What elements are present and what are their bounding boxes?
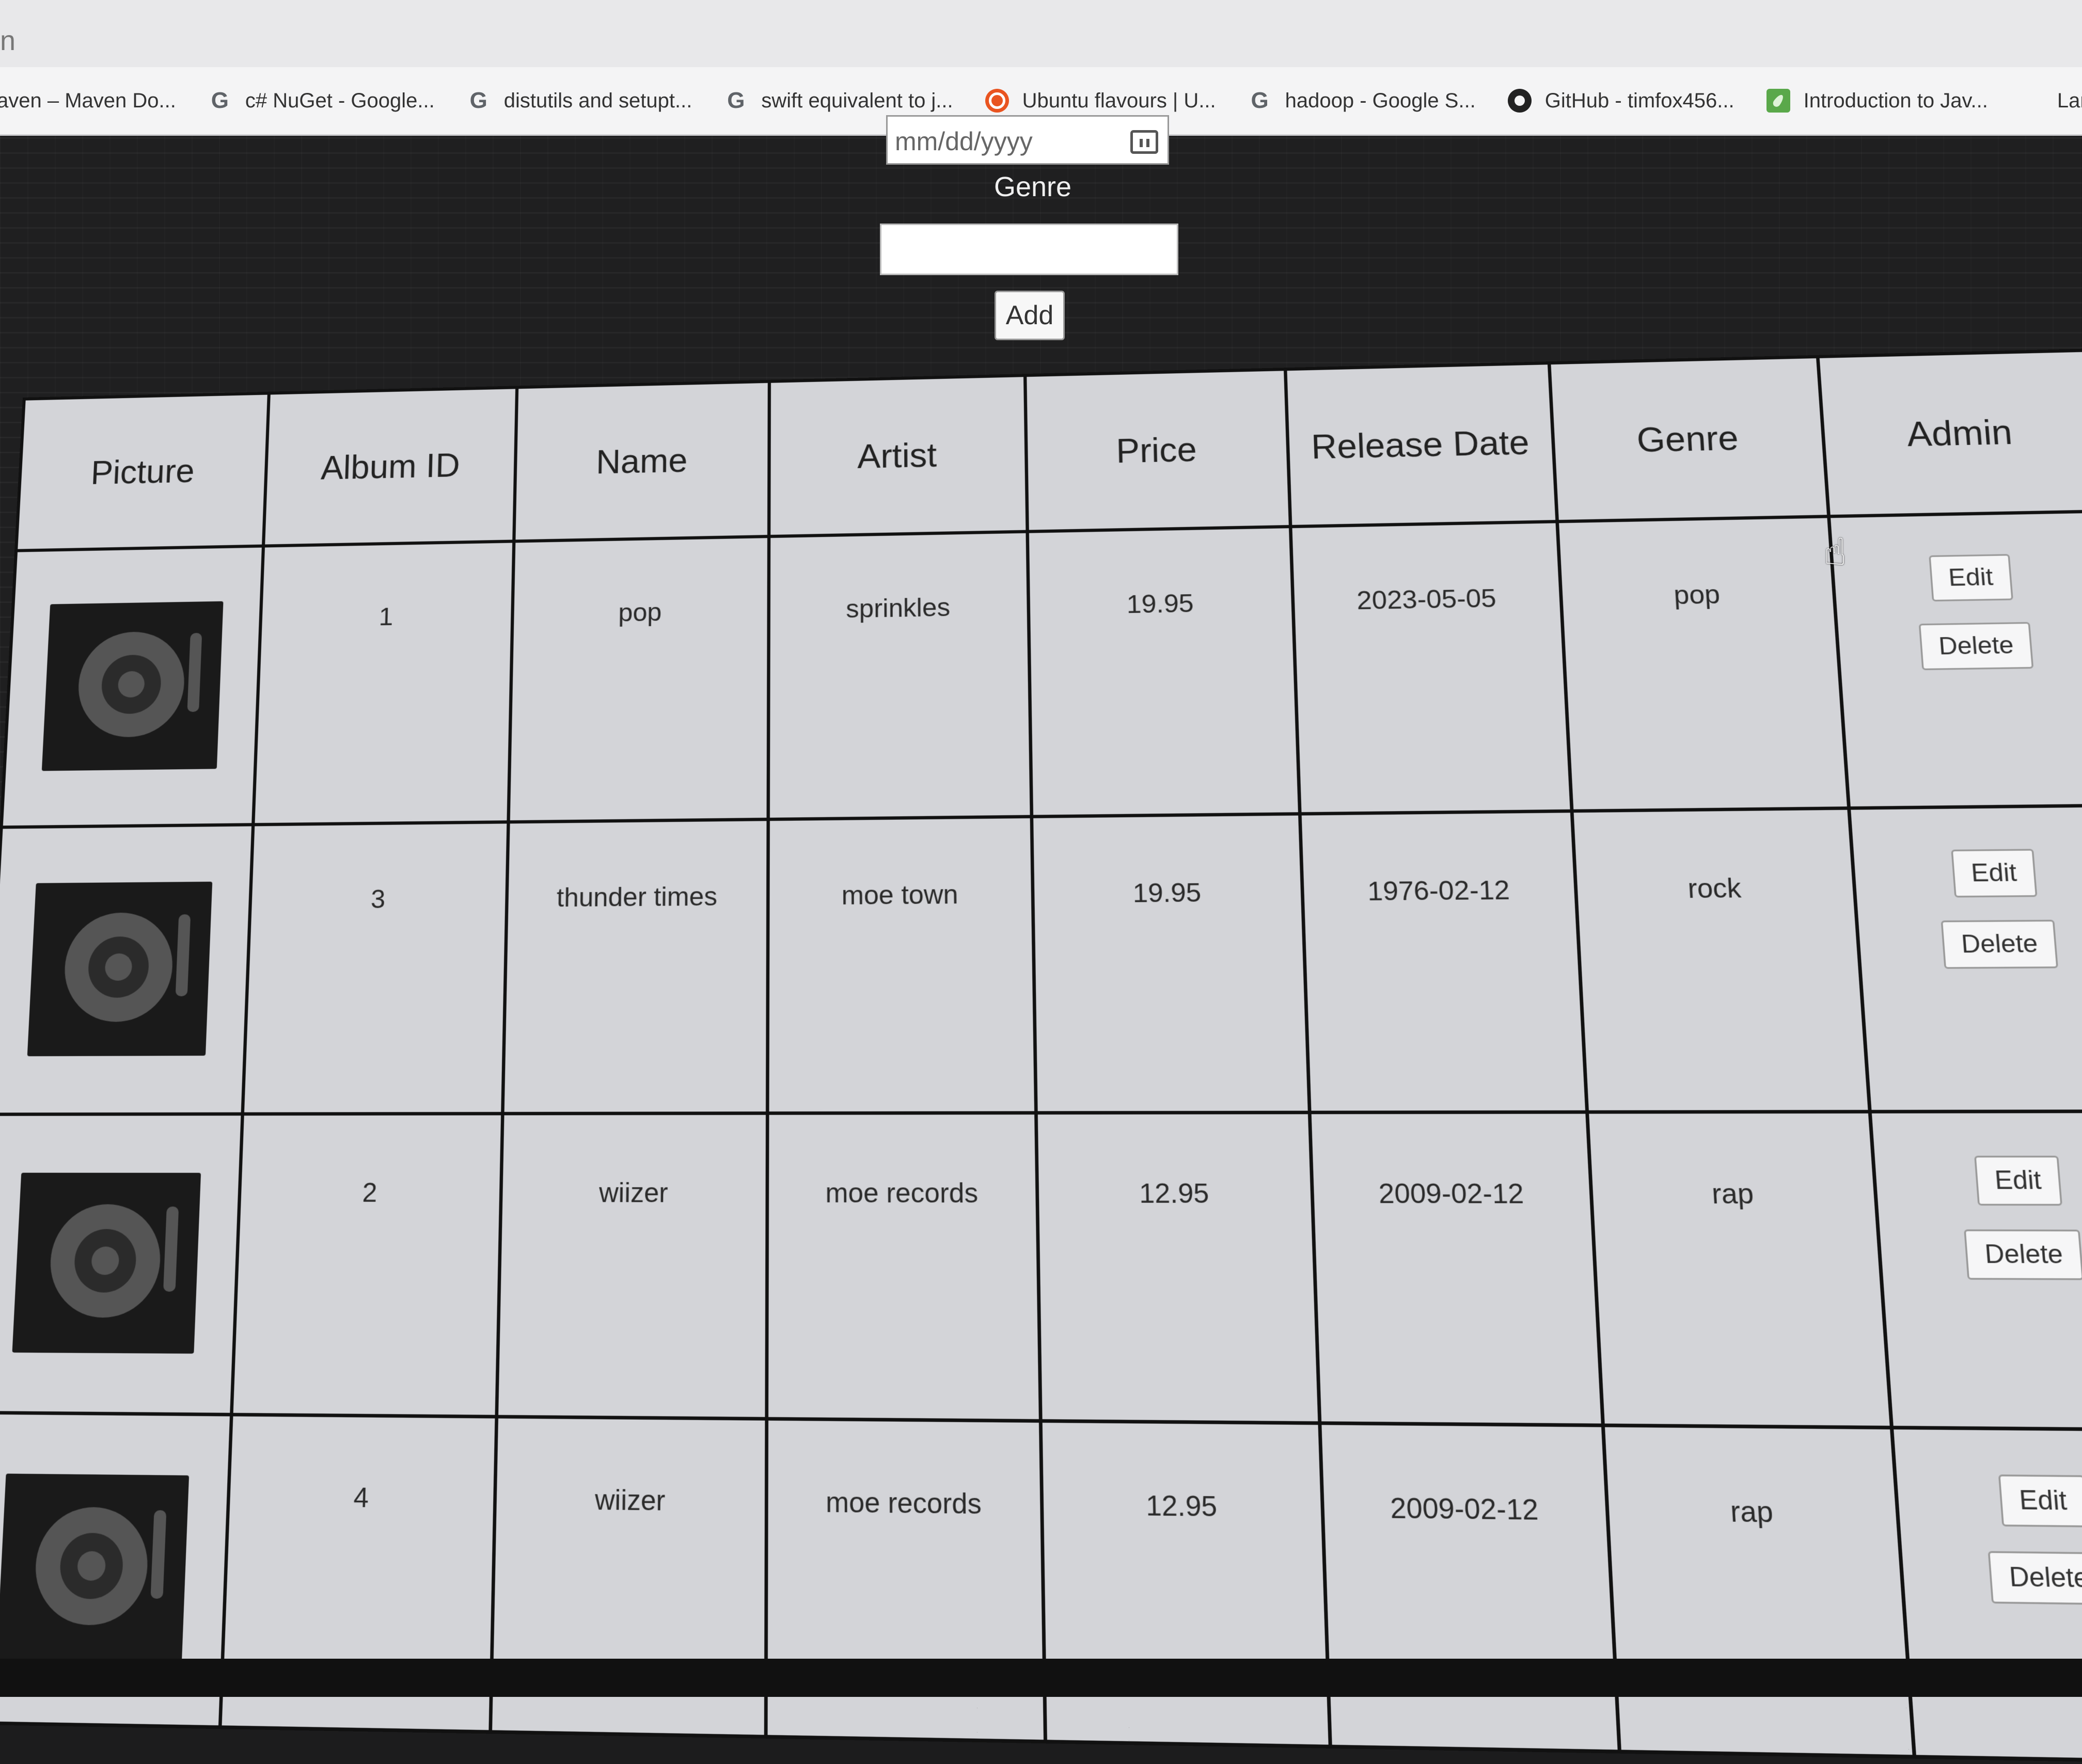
price-cell: 12.95 bbox=[1036, 1112, 1320, 1423]
column-header-admin: Admin bbox=[1817, 350, 2082, 517]
artist-cell: moe records bbox=[766, 1113, 1041, 1421]
edit-button[interactable]: Edit bbox=[1998, 1474, 2082, 1528]
bookmark-github[interactable]: GitHub - timfox456... bbox=[1507, 89, 1734, 113]
album-cover-image bbox=[42, 601, 224, 771]
release-date-cell: 2009-02-12 bbox=[1319, 1423, 1620, 1752]
genre-cell: rap bbox=[1603, 1425, 1914, 1757]
album-cover-image bbox=[27, 881, 213, 1056]
column-header-release-date: Release Date bbox=[1285, 363, 1557, 527]
column-header-picture: Picture bbox=[16, 393, 269, 551]
admin-cell: Edit Delete bbox=[1828, 511, 2082, 808]
bookmark-label: distutils and setupt... bbox=[503, 89, 692, 112]
tonearm-icon bbox=[163, 1206, 179, 1292]
name-cell: pop bbox=[508, 536, 769, 822]
name-cell: wiizer bbox=[496, 1113, 767, 1419]
artist-cell: moe town bbox=[767, 816, 1036, 1114]
album-cover-image bbox=[12, 1172, 201, 1354]
release-date-input[interactable]: mm/dd/yyyy bbox=[886, 115, 1169, 165]
album-id-cell: 1 bbox=[253, 541, 514, 825]
release-date-cell: 2023-05-05 bbox=[1290, 521, 1572, 814]
price-cell: 12.95 bbox=[1040, 1421, 1330, 1747]
bookmark-distutils[interactable]: G distutils and setupt... bbox=[467, 89, 692, 113]
bookmark-nuget[interactable]: G c# NuGet - Google... bbox=[208, 89, 435, 113]
admin-cell: Edit Delete bbox=[1869, 1111, 2082, 1430]
column-header-artist: Artist bbox=[768, 375, 1028, 537]
genre-cell: pop bbox=[1557, 516, 1849, 812]
vinyl-record-icon bbox=[33, 1506, 150, 1626]
edit-button[interactable]: Edit bbox=[1929, 554, 2013, 602]
admin-cell: Edit Delete bbox=[1849, 805, 2082, 1112]
name-cell: thunder times bbox=[502, 819, 768, 1114]
delete-button[interactable]: Delete bbox=[1918, 622, 2034, 671]
delete-button[interactable]: Delete bbox=[1941, 919, 2059, 969]
bookmark-maven[interactable]: aven – Maven Do... bbox=[0, 89, 176, 113]
bookmark-hadoop[interactable]: G hadoop - Google S... bbox=[1248, 89, 1476, 113]
table-row: 1 pop sprinkles 19.95 2023-05-05 pop Edi… bbox=[1, 511, 2082, 828]
table-row: 3 thunder times moe town 19.95 1976-02-1… bbox=[0, 805, 2082, 1115]
admin-cell: Edit Delete bbox=[1891, 1427, 2082, 1762]
table-row: 2 wiizer moe records 12.95 2009-02-12 ra… bbox=[0, 1111, 2082, 1430]
google-icon: G bbox=[1251, 88, 1269, 113]
bookmark-label: Ubuntu flavours | U... bbox=[1022, 89, 1216, 112]
delete-button[interactable]: Delete bbox=[1964, 1229, 2082, 1280]
tonearm-icon bbox=[176, 914, 191, 996]
price-cell: 19.95 bbox=[1031, 814, 1310, 1113]
bookmark-label: aven – Maven Do... bbox=[0, 89, 176, 112]
bookmark-label: c# NuGet - Google... bbox=[245, 89, 435, 112]
picture-cell bbox=[1, 546, 263, 828]
bookmark-label: Introduction to Jav... bbox=[1803, 89, 1988, 112]
table-row: 4 wiizer moe records 12.95 2009-02-12 ra… bbox=[0, 1412, 2082, 1762]
hand-cursor-icon: ☝ bbox=[1824, 532, 1847, 573]
album-cover-image bbox=[0, 1473, 190, 1663]
date-placeholder: mm/dd/yyyy bbox=[895, 127, 1033, 156]
bookmark-languages[interactable]: Langu bbox=[2020, 89, 2082, 113]
vinyl-record-icon bbox=[48, 1203, 163, 1318]
page-content: mm/dd/yyyy Genre Add Picture Album ID Na… bbox=[0, 115, 2082, 1764]
edit-button[interactable]: Edit bbox=[1974, 1155, 2062, 1206]
tab-title-fragment: n bbox=[0, 25, 16, 56]
bookmark-label: Langu bbox=[2057, 89, 2082, 112]
column-header-price: Price bbox=[1025, 369, 1290, 532]
column-header-album-id: Album ID bbox=[263, 387, 517, 546]
ubuntu-icon bbox=[985, 89, 1009, 113]
tonearm-icon bbox=[150, 1509, 167, 1599]
bookmark-swift[interactable]: G swift equivalent to j... bbox=[724, 89, 953, 113]
bookmark-label: swift equivalent to j... bbox=[761, 89, 953, 112]
bookmark-label: GitHub - timfox456... bbox=[1544, 89, 1734, 112]
delete-button[interactable]: Delete bbox=[1988, 1551, 2082, 1606]
albums-table: Picture Album ID Name Artist Price Relea… bbox=[0, 348, 2082, 1764]
column-header-name: Name bbox=[514, 381, 769, 542]
microsoft-icon bbox=[2020, 89, 2044, 113]
price-cell: 19.95 bbox=[1027, 527, 1300, 817]
genre-cell: rap bbox=[1587, 1111, 1891, 1428]
github-icon bbox=[1507, 89, 1532, 113]
add-button[interactable]: Add bbox=[995, 291, 1065, 340]
calendar-icon[interactable] bbox=[1130, 130, 1158, 154]
vinyl-record-icon bbox=[62, 912, 175, 1022]
release-date-cell: 1976-02-12 bbox=[1299, 811, 1587, 1113]
leaf-icon bbox=[1766, 89, 1790, 113]
google-icon: G bbox=[727, 88, 745, 113]
genre-cell: rock bbox=[1572, 808, 1870, 1113]
album-id-cell: 3 bbox=[242, 822, 509, 1114]
picture-cell bbox=[0, 824, 253, 1115]
edit-button[interactable]: Edit bbox=[1951, 849, 2038, 898]
google-icon: G bbox=[469, 88, 487, 113]
genre-input[interactable] bbox=[880, 224, 1178, 275]
release-date-cell: 2009-02-12 bbox=[1309, 1112, 1603, 1425]
genre-label: Genre bbox=[993, 171, 1072, 202]
add-album-form: mm/dd/yyyy Genre Add bbox=[0, 115, 2082, 368]
picture-cell bbox=[0, 1114, 243, 1415]
bookmark-intro-java[interactable]: Introduction to Jav... bbox=[1766, 89, 1988, 113]
browser-tab-strip: n bbox=[0, 0, 2082, 67]
vinyl-record-icon bbox=[76, 630, 187, 738]
bookmark-ubuntu[interactable]: Ubuntu flavours | U... bbox=[985, 89, 1216, 113]
column-header-genre: Genre bbox=[1549, 356, 1829, 522]
tonearm-icon bbox=[187, 632, 202, 712]
google-icon: G bbox=[211, 88, 229, 113]
artist-cell: sprinkles bbox=[768, 531, 1032, 820]
bookmark-label: hadoop - Google S... bbox=[1285, 89, 1476, 112]
monitor-bezel bbox=[0, 1659, 2082, 1697]
album-id-cell: 2 bbox=[231, 1114, 503, 1417]
